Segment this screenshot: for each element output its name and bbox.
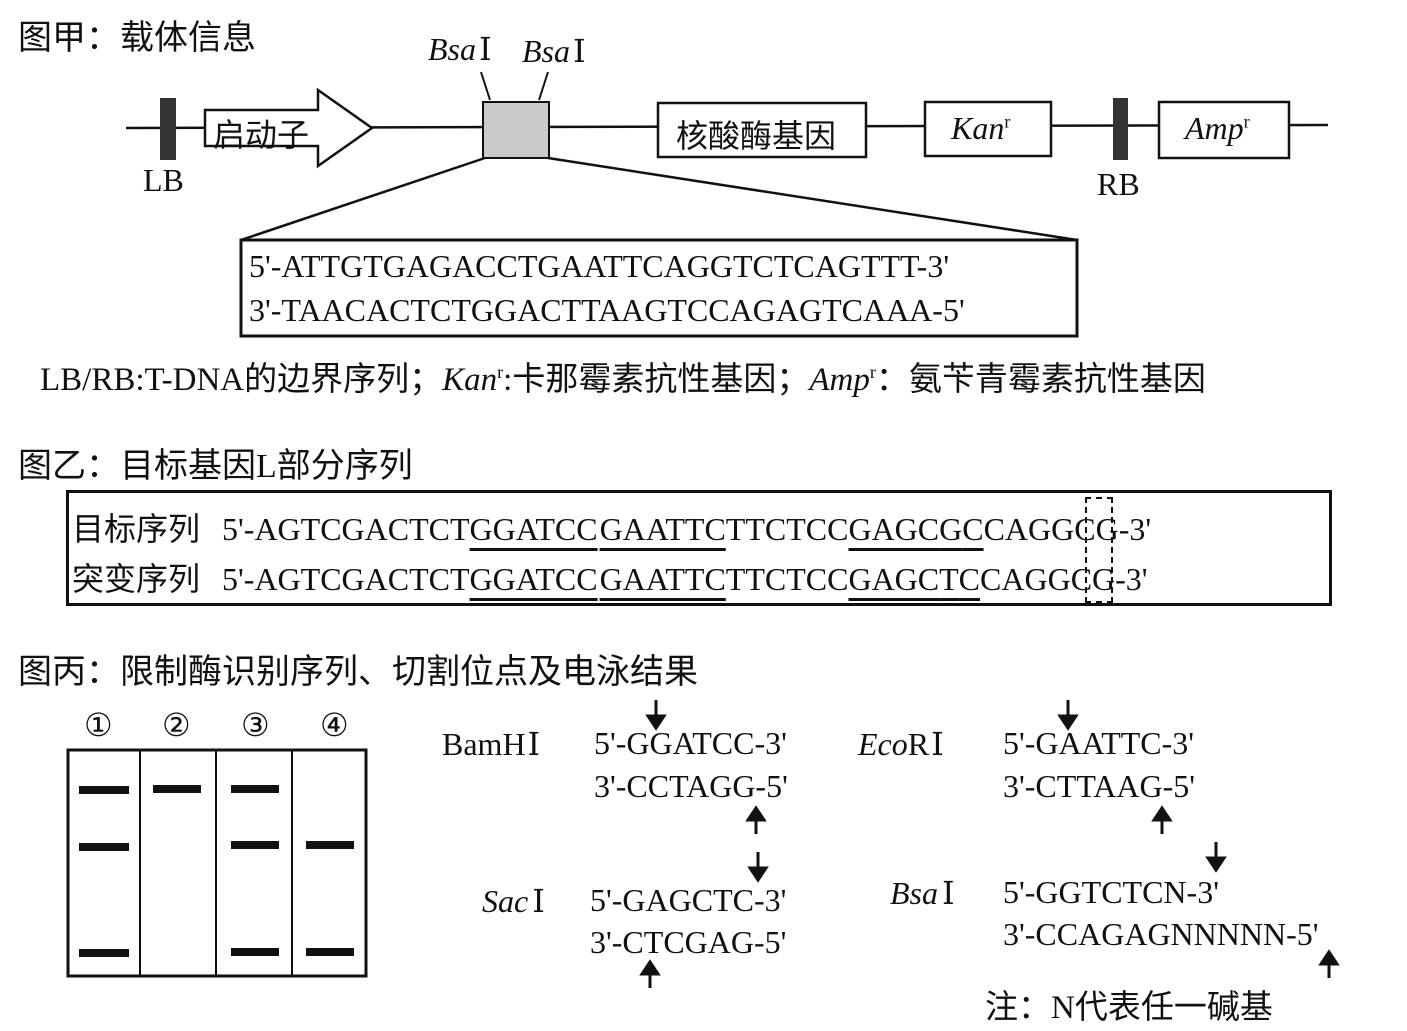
cut-arrow-up-head — [1151, 805, 1173, 822]
note-text: 注：N代表任一碱基 — [985, 990, 1273, 1026]
bamhi-bottom-strand: 3'-CCTAGG-5' — [594, 768, 788, 804]
ecori-bottom-strand: 3'-CTTAAG-5' — [1003, 768, 1196, 804]
bsai-bottom-strand: 3'-CCAGAGNNNNN-5' — [1003, 916, 1319, 952]
saci-bottom-strand: 3'-CTCGAG-5' — [590, 924, 787, 960]
gel-band — [306, 841, 354, 849]
gel-band — [306, 948, 354, 956]
bsai-name: Bsa Ⅰ — [890, 875, 955, 911]
cut-arrow-down-head — [747, 866, 769, 883]
gel-band — [79, 786, 129, 794]
ecori-name: EcoRⅠ — [858, 726, 944, 762]
ecori-top-strand: 5'-GAATTC-3' — [1003, 725, 1195, 761]
gel-band — [231, 948, 279, 956]
gel-band — [231, 841, 279, 849]
bsai-top-strand: 5'-GGTCTCN-3' — [1003, 874, 1219, 910]
cut-arrow-up-head — [1318, 949, 1340, 966]
gel-band — [79, 843, 129, 851]
bamhi-top-strand: 5'-GGATCC-3' — [594, 725, 787, 761]
saci-top-strand: 5'-GAGCTC-3' — [590, 882, 787, 918]
gel-band — [153, 785, 201, 793]
gel-band — [231, 785, 279, 793]
cut-arrow-up-head — [745, 805, 767, 822]
saci-name: Sac Ⅰ — [482, 883, 545, 919]
bamhi-name: BamHⅠ — [442, 726, 541, 762]
cut-arrow-up-head — [639, 959, 661, 976]
cut-arrow-down-head — [1205, 856, 1227, 873]
gel-band — [79, 949, 129, 957]
